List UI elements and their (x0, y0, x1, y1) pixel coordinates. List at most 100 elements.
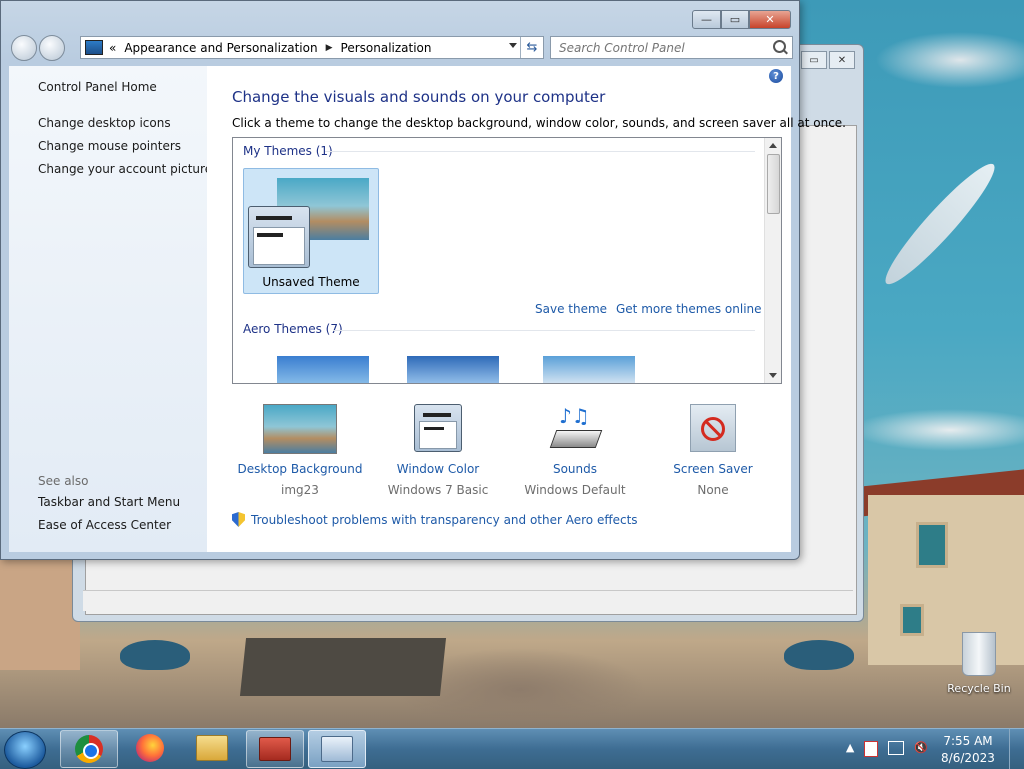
theme-name: Unsaved Theme (262, 275, 360, 289)
taskbar-explorer[interactable] (184, 730, 240, 766)
save-theme-link[interactable]: Save theme (535, 302, 607, 316)
screen-saver-option[interactable]: Screen Saver None (643, 402, 783, 497)
clock-date: 8/6/2023 (941, 751, 995, 765)
minimize-button[interactable]: — (692, 10, 721, 29)
chevron-right-icon[interactable]: ▶ (326, 43, 333, 53)
window-color-option[interactable]: Window Color Windows 7 Basic (368, 402, 508, 497)
refresh-button[interactable]: ⇆ (520, 37, 543, 58)
taskbar-toolbox[interactable] (246, 730, 304, 768)
theme-list-scrollbar[interactable] (764, 138, 781, 383)
forward-button[interactable] (39, 35, 65, 61)
page-title: Change the visuals and sounds on your co… (232, 88, 606, 106)
sounds-option[interactable]: ♪♫ Sounds Windows Default (505, 402, 645, 497)
sounds-icon: ♪♫ (549, 404, 603, 452)
close-button[interactable]: ✕ (749, 10, 791, 29)
minimize-icon: — (701, 13, 712, 26)
network-icon[interactable] (888, 741, 905, 755)
firefox-icon (136, 734, 164, 762)
page-description: Click a theme to change the desktop back… (232, 116, 846, 130)
see-also-label: See also (38, 474, 89, 488)
toolbox-icon (259, 737, 291, 761)
left-navigation-pane: Control Panel Home Change desktop icons … (9, 66, 212, 552)
change-account-picture-link[interactable]: Change your account picture (38, 162, 212, 176)
title-bar-bar (256, 216, 292, 220)
control-panel-home-link[interactable]: Control Panel Home (38, 80, 157, 94)
bird (784, 640, 854, 670)
house-window (916, 522, 948, 568)
chevron-up-icon[interactable]: ▲ (846, 741, 854, 757)
search-icon[interactable] (773, 40, 786, 53)
get-more-themes-link[interactable]: Get more themes online (616, 302, 762, 316)
house-window (900, 604, 924, 636)
window-controls: — ▭ ✕ (692, 10, 791, 29)
group-divider (333, 330, 755, 331)
screen-saver-value: None (697, 483, 729, 497)
address-bar[interactable]: « Appearance and Personalization ▶ Perso… (80, 36, 544, 59)
taskbar-control-panel[interactable] (308, 730, 366, 768)
house (0, 560, 80, 670)
desktop-background-link[interactable]: Desktop Background (230, 462, 370, 476)
show-desktop-button[interactable] (1009, 729, 1024, 769)
start-button[interactable] (4, 731, 46, 769)
ease-of-access-link[interactable]: Ease of Access Center (38, 518, 171, 532)
personalization-window[interactable]: — ▭ ✕ « Appearance and Personalization ▶… (0, 0, 846, 560)
recycle-bin[interactable]: Recycle Bin (944, 632, 1014, 695)
recycle-bin-label: Recycle Bin (947, 682, 1011, 695)
theme-tile-unsaved[interactable]: Unsaved Theme (243, 168, 379, 294)
taskbar: ▲ 🔇 7:55 AM 8/6/2023 (0, 728, 1024, 769)
tray-area: ▲ 🔇 (846, 741, 928, 757)
sounds-link[interactable]: Sounds (505, 462, 645, 476)
desktop-background-icon (263, 404, 337, 454)
maximize-icon[interactable]: ▭ (801, 51, 827, 69)
sounds-value: Windows Default (524, 483, 626, 497)
close-icon: ✕ (765, 13, 775, 26)
status-bar (83, 590, 853, 611)
desktop-background-value: img23 (281, 483, 319, 497)
my-themes-header: My Themes (1) (243, 144, 333, 158)
breadcrumb-overflow[interactable]: « (109, 41, 116, 55)
scroll-thumb[interactable] (767, 154, 780, 214)
aero-theme-thumbnail[interactable] (407, 356, 499, 383)
aero-themes-header: Aero Themes (7) (243, 322, 343, 336)
taskbar-firefox[interactable] (122, 730, 178, 766)
window-color-value: Windows 7 Basic (387, 483, 489, 497)
taskbar-chrome[interactable] (60, 730, 118, 768)
screen-saver-link[interactable]: Screen Saver (643, 462, 783, 476)
maximize-icon: ▭ (729, 13, 741, 26)
action-center-icon[interactable] (864, 741, 879, 757)
troubleshoot-link-text[interactable]: Troubleshoot problems with transparency … (251, 513, 638, 527)
control-panel-icon (321, 736, 353, 762)
back-button[interactable] (11, 35, 37, 61)
breadcrumb-personalization[interactable]: Personalization (341, 41, 432, 55)
main-content: ? Change the visuals and sounds on your … (207, 66, 846, 552)
volume-icon[interactable]: 🔇 (914, 741, 928, 757)
scroll-up-icon[interactable] (769, 143, 777, 148)
search-input[interactable] (557, 39, 771, 56)
taskbar-start-menu-link[interactable]: Taskbar and Start Menu (38, 495, 180, 509)
help-icon[interactable]: ? (769, 69, 783, 83)
group-divider (325, 151, 755, 152)
stone-block (239, 638, 447, 696)
background-window-controls: ▭ ✕ (801, 51, 855, 69)
window-color-link[interactable]: Window Color (368, 462, 508, 476)
change-desktop-icons-link[interactable]: Change desktop icons (38, 116, 171, 130)
search-box[interactable] (550, 36, 793, 59)
desktop-background-option[interactable]: Desktop Background img23 (230, 402, 370, 497)
bird (120, 640, 190, 670)
shield-icon (232, 512, 245, 527)
maximize-button[interactable]: ▭ (721, 10, 749, 29)
chevron-down-icon[interactable] (509, 43, 517, 48)
breadcrumb-appearance[interactable]: Appearance and Personalization (124, 41, 317, 55)
change-mouse-pointers-link[interactable]: Change mouse pointers (38, 139, 181, 153)
clock[interactable]: 7:55 AM 8/6/2023 (938, 733, 998, 767)
theme-list[interactable]: My Themes (1) Unsaved Theme Save theme G… (232, 137, 782, 384)
recycle-bin-icon (962, 632, 996, 676)
file-explorer-icon (196, 735, 228, 761)
window-color-swatch (248, 206, 310, 268)
aero-theme-thumbnail[interactable] (277, 356, 369, 383)
feather-decoration (876, 155, 1004, 293)
close-icon[interactable]: ✕ (829, 51, 855, 69)
troubleshoot-link[interactable]: Troubleshoot problems with transparency … (232, 512, 638, 527)
aero-theme-thumbnail[interactable] (543, 356, 635, 383)
scroll-down-icon[interactable] (769, 373, 777, 378)
